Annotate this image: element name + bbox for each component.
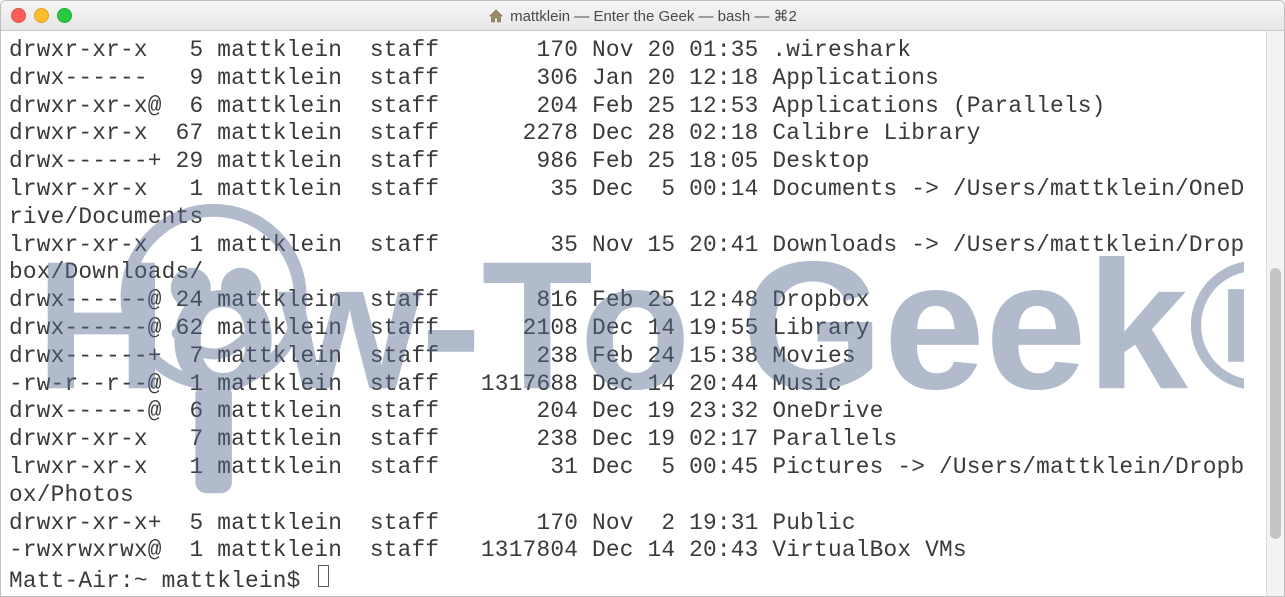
- ls-row: -rwxrwxrwx@ 1 mattklein staff 1317804 De…: [9, 537, 1258, 565]
- ls-row: drwx------+ 7 mattklein staff 238 Feb 24…: [9, 343, 1258, 371]
- cursor: [318, 565, 329, 587]
- scrollbar-track[interactable]: [1266, 31, 1284, 596]
- minimize-button[interactable]: [34, 8, 49, 23]
- close-button[interactable]: [11, 8, 26, 23]
- terminal-window: mattklein — Enter the Geek — bash — ⌘2 d…: [0, 0, 1285, 597]
- prompt-line[interactable]: Matt-Air:~ mattklein$: [9, 565, 1258, 596]
- ls-row: drwxr-xr-x+ 5 mattklein staff 170 Nov 2 …: [9, 510, 1258, 538]
- ls-row: drwx------@ 24 mattklein staff 816 Feb 2…: [9, 287, 1258, 315]
- ls-row: drwx------ 9 mattklein staff 306 Jan 20 …: [9, 65, 1258, 93]
- ls-row: drwxr-xr-x 67 mattklein staff 2278 Dec 2…: [9, 120, 1258, 148]
- window-title: mattklein — Enter the Geek — bash — ⌘2: [1, 7, 1284, 25]
- ls-row: drwx------+ 29 mattklein staff 986 Feb 2…: [9, 148, 1258, 176]
- ls-row: drwxr-xr-x@ 6 mattklein staff 204 Feb 25…: [9, 93, 1258, 121]
- home-icon: [488, 8, 504, 24]
- terminal-output[interactable]: drwxr-xr-x 5 mattklein staff 170 Nov 20 …: [1, 31, 1266, 596]
- ls-row: lrwxr-xr-x 1 mattklein staff 31 Dec 5 00…: [9, 454, 1258, 510]
- traffic-lights: [11, 8, 72, 23]
- maximize-button[interactable]: [57, 8, 72, 23]
- ls-row: -rw-r--r--@ 1 mattklein staff 1317688 De…: [9, 371, 1258, 399]
- ls-row: drwx------@ 6 mattklein staff 204 Dec 19…: [9, 398, 1258, 426]
- ls-row: drwxr-xr-x 7 mattklein staff 238 Dec 19 …: [9, 426, 1258, 454]
- ls-row: drwx------@ 62 mattklein staff 2108 Dec …: [9, 315, 1258, 343]
- ls-row: drwxr-xr-x 5 mattklein staff 170 Nov 20 …: [9, 37, 1258, 65]
- prompt-text: Matt-Air:~ mattklein$: [9, 568, 314, 594]
- ls-row: lrwxr-xr-x 1 mattklein staff 35 Dec 5 00…: [9, 176, 1258, 232]
- window-titlebar[interactable]: mattklein — Enter the Geek — bash — ⌘2: [1, 1, 1284, 31]
- ls-row: lrwxr-xr-x 1 mattklein staff 35 Nov 15 2…: [9, 232, 1258, 288]
- scrollbar-thumb[interactable]: [1270, 268, 1281, 539]
- window-title-text: mattklein — Enter the Geek — bash — ⌘2: [510, 7, 797, 25]
- content-area: drwxr-xr-x 5 mattklein staff 170 Nov 20 …: [1, 31, 1284, 596]
